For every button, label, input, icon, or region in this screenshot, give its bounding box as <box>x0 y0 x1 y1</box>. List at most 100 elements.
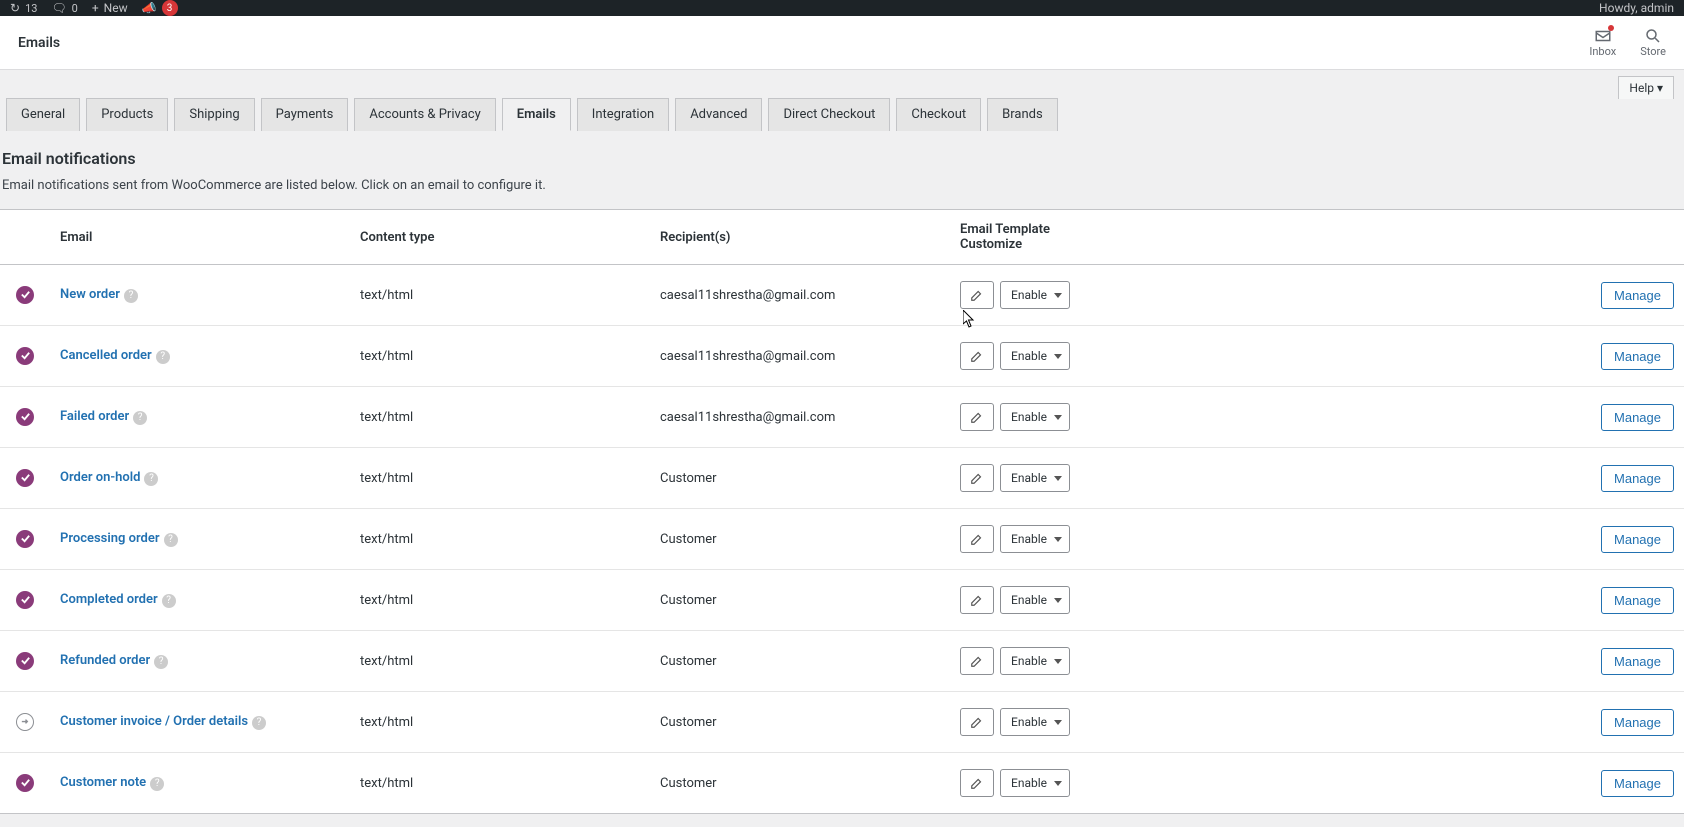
edit-template-button[interactable] <box>960 281 994 309</box>
content-type: text/html <box>350 387 650 448</box>
pencil-icon <box>970 532 984 546</box>
help-tooltip-icon[interactable]: ? <box>144 472 158 486</box>
comments-item[interactable]: 🗨 0 <box>51 1 77 15</box>
inbox-label: Inbox <box>1589 45 1616 58</box>
enable-select[interactable]: Enable <box>1000 647 1070 675</box>
help-tooltip-icon[interactable]: ? <box>164 533 178 547</box>
content-type: text/html <box>350 753 650 814</box>
email-name-link[interactable]: Failed order <box>60 409 129 424</box>
tab-general[interactable]: General <box>6 98 80 131</box>
email-name-link[interactable]: Customer note <box>60 775 146 790</box>
col-status <box>0 210 50 265</box>
new-item[interactable]: + New <box>92 1 128 15</box>
pencil-icon <box>970 654 984 668</box>
updates-item[interactable]: ↻ 13 <box>10 1 37 15</box>
enable-select[interactable]: Enable <box>1000 586 1070 614</box>
inbox-dot-icon <box>1608 25 1614 31</box>
status-enabled-icon <box>16 591 34 609</box>
tab-shipping[interactable]: Shipping <box>174 98 254 131</box>
manage-button[interactable]: Manage <box>1601 770 1674 797</box>
notification-badge: 3 <box>162 0 178 16</box>
pencil-icon <box>970 288 984 302</box>
edit-template-button[interactable] <box>960 708 994 736</box>
email-name-link[interactable]: Customer invoice / Order details <box>60 714 248 729</box>
refresh-icon: ↻ <box>10 1 20 15</box>
content-type: text/html <box>350 692 650 753</box>
enable-select[interactable]: Enable <box>1000 281 1070 309</box>
col-customize[interactable]: Email Template Customize <box>950 210 1110 265</box>
table-row: Failed order? text/htmlcaesal11shrestha@g… <box>0 387 1684 448</box>
email-name-link[interactable]: Completed order <box>60 592 158 607</box>
manage-button[interactable]: Manage <box>1601 404 1674 431</box>
tab-checkout[interactable]: Checkout <box>896 98 981 131</box>
help-tooltip-icon[interactable]: ? <box>150 777 164 791</box>
tab-emails[interactable]: Emails <box>502 98 571 131</box>
recipient: Customer <box>650 631 950 692</box>
help-tooltip-icon[interactable]: ? <box>133 411 147 425</box>
email-name-link[interactable]: New order <box>60 287 120 302</box>
edit-template-button[interactable] <box>960 769 994 797</box>
notification-item[interactable]: 📣 3 <box>142 0 178 16</box>
edit-template-button[interactable] <box>960 403 994 431</box>
email-name-link[interactable]: Cancelled order <box>60 348 152 363</box>
manage-button[interactable]: Manage <box>1601 648 1674 675</box>
help-tooltip-icon[interactable]: ? <box>154 655 168 669</box>
recipient: caesal11shrestha@gmail.com <box>650 387 950 448</box>
comment-icon: 🗨 <box>51 1 66 15</box>
col-recipient[interactable]: Recipient(s) <box>650 210 950 265</box>
col-email[interactable]: Email <box>50 210 350 265</box>
manage-button[interactable]: Manage <box>1601 343 1674 370</box>
edit-template-button[interactable] <box>960 525 994 553</box>
tab-accounts-privacy[interactable]: Accounts & Privacy <box>354 98 495 131</box>
edit-template-button[interactable] <box>960 647 994 675</box>
edit-template-button[interactable] <box>960 586 994 614</box>
email-name-link[interactable]: Order on-hold <box>60 470 140 485</box>
updates-count: 13 <box>25 2 37 15</box>
email-table: Email Content type Recipient(s) Email Te… <box>0 209 1684 814</box>
recipient: caesal11shrestha@gmail.com <box>650 265 950 326</box>
enable-select[interactable]: Enable <box>1000 342 1070 370</box>
enable-select[interactable]: Enable <box>1000 464 1070 492</box>
enable-select[interactable]: Enable <box>1000 403 1070 431</box>
manage-button[interactable]: Manage <box>1601 709 1674 736</box>
content-type: text/html <box>350 448 650 509</box>
tab-direct-checkout[interactable]: Direct Checkout <box>768 98 890 131</box>
enable-select[interactable]: Enable <box>1000 769 1070 797</box>
store-tool[interactable]: Store <box>1640 27 1666 58</box>
edit-template-button[interactable] <box>960 464 994 492</box>
admin-bar: ↻ 13 🗨 0 + New 📣 3 Howdy, admin <box>0 0 1684 16</box>
pencil-icon <box>970 776 984 790</box>
table-row: Processing order?text/htmlCustomerEnable… <box>0 509 1684 570</box>
tab-payments[interactable]: Payments <box>261 98 349 131</box>
plus-icon: + <box>92 1 99 15</box>
pencil-icon <box>970 715 984 729</box>
help-tab[interactable]: Help ▾ <box>1618 76 1674 99</box>
inbox-tool[interactable]: Inbox <box>1589 27 1616 58</box>
tab-advanced[interactable]: Advanced <box>675 98 762 131</box>
table-row: Order on-hold?text/htmlCustomerEnableMan… <box>0 448 1684 509</box>
help-tooltip-icon[interactable]: ? <box>162 594 176 608</box>
edit-template-button[interactable] <box>960 342 994 370</box>
col-content[interactable]: Content type <box>350 210 650 265</box>
howdy-text[interactable]: Howdy, admin <box>1599 1 1674 15</box>
email-name-link[interactable]: Processing order <box>60 531 160 546</box>
manage-button[interactable]: Manage <box>1601 587 1674 614</box>
tab-brands[interactable]: Brands <box>987 98 1058 131</box>
status-enabled-icon <box>16 408 34 426</box>
enable-select[interactable]: Enable <box>1000 525 1070 553</box>
tab-integration[interactable]: Integration <box>577 98 669 131</box>
manage-button[interactable]: Manage <box>1601 526 1674 553</box>
tab-products[interactable]: Products <box>86 98 168 131</box>
help-tooltip-icon[interactable]: ? <box>252 716 266 730</box>
manage-button[interactable]: Manage <box>1601 282 1674 309</box>
recipient: Customer <box>650 692 950 753</box>
table-row: Completed order?text/htmlCustomerEnableM… <box>0 570 1684 631</box>
help-tooltip-icon[interactable]: ? <box>156 350 170 364</box>
status-enabled-icon <box>16 530 34 548</box>
help-tooltip-icon[interactable]: ? <box>124 289 138 303</box>
enable-select[interactable]: Enable <box>1000 708 1070 736</box>
manage-button[interactable]: Manage <box>1601 465 1674 492</box>
megaphone-icon: 📣 <box>142 1 157 15</box>
email-name-link[interactable]: Refunded order <box>60 653 150 668</box>
store-label: Store <box>1640 45 1666 58</box>
